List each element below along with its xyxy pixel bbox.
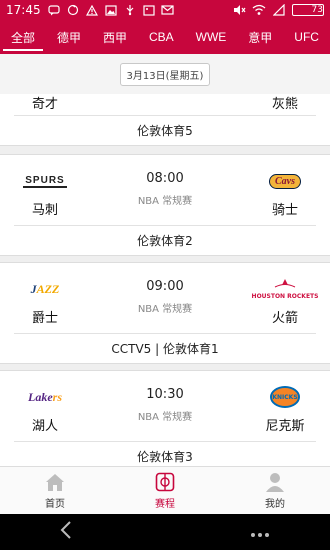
battery-level: 73 bbox=[311, 5, 323, 15]
match-info: 08:00 NBA 常规赛 bbox=[100, 171, 230, 207]
nav-home[interactable]: 首页 bbox=[0, 467, 110, 514]
sync-icon bbox=[66, 4, 80, 16]
away-team-name: 火箭 bbox=[271, 311, 298, 326]
lakers-logo-text-a: Lake bbox=[28, 389, 53, 404]
tab-ufc[interactable]: UFC bbox=[290, 20, 323, 54]
away-team: Cavs 骑士 bbox=[250, 167, 320, 218]
image-icon bbox=[104, 4, 118, 16]
tab-all[interactable]: 全部 bbox=[2, 20, 44, 54]
lakers-logo-text-b: rs bbox=[52, 389, 62, 404]
match-list[interactable]: 奇才 灰熊 伦敦体育5 SPURS 马刺 08:00 NBA 常规赛 Cavs … bbox=[0, 94, 330, 466]
match-league: NBA 常规赛 bbox=[137, 196, 193, 207]
away-team-name: 灰熊 bbox=[271, 97, 298, 112]
nav-home-label: 首页 bbox=[45, 498, 65, 510]
battery-indicator: 73 bbox=[292, 4, 324, 16]
knicks-logo-text: KNICKS bbox=[270, 386, 300, 408]
mute-icon bbox=[232, 4, 246, 16]
nav-profile[interactable]: 我的 bbox=[220, 467, 330, 514]
home-team-name: 爵士 bbox=[31, 311, 58, 326]
nav-schedule-label: 赛程 bbox=[155, 498, 175, 510]
broadcast-channel[interactable]: 伦敦体育3 bbox=[14, 441, 316, 466]
home-team: SPURS 马刺 bbox=[10, 167, 80, 218]
warning-icon bbox=[85, 4, 99, 16]
schedule-icon bbox=[154, 472, 176, 492]
match-card[interactable]: JAZZ 爵士 09:00 NBA 常规赛 HOUSTON ROCKETS 火箭… bbox=[0, 262, 330, 364]
nav-schedule[interactable]: 赛程 bbox=[110, 467, 220, 514]
home-icon bbox=[44, 472, 66, 492]
match-time: 09:00 bbox=[146, 279, 184, 294]
match-info: 10:30 NBA 常规赛 bbox=[100, 387, 230, 423]
home-team-name: 奇才 bbox=[31, 97, 58, 112]
chat-icon bbox=[47, 4, 61, 16]
image-icon-2 bbox=[142, 4, 156, 16]
rockets-logo-text: HOUSTON ROCKETS bbox=[251, 292, 319, 300]
nav-profile-label: 我的 bbox=[265, 498, 285, 510]
category-tabs: 全部 德甲 西甲 CBA WWE 意甲 UFC bbox=[0, 20, 330, 54]
tab-laliga[interactable]: 西甲 bbox=[99, 20, 131, 54]
match-time: 10:30 bbox=[146, 387, 184, 402]
usb-icon bbox=[123, 4, 137, 16]
home-team-name: 湖人 bbox=[31, 419, 58, 434]
system-nav-bar bbox=[0, 514, 330, 550]
knicks-logo-icon: KNICKS bbox=[250, 383, 320, 411]
wifi-icon bbox=[252, 4, 266, 16]
match-card[interactable]: SPURS 马刺 08:00 NBA 常规赛 Cavs 骑士 伦敦体育2 bbox=[0, 154, 330, 256]
broadcast-channel[interactable]: 伦敦体育5 bbox=[14, 115, 316, 145]
match-league: NBA 常规赛 bbox=[137, 412, 193, 423]
match-league: NBA 常规赛 bbox=[137, 304, 193, 315]
home-team: 奇才 bbox=[10, 94, 80, 112]
away-team-name: 尼克斯 bbox=[265, 419, 305, 434]
tab-wwe[interactable]: WWE bbox=[192, 20, 231, 54]
away-team-name: 骑士 bbox=[271, 203, 298, 218]
user-icon bbox=[264, 472, 286, 492]
bottom-nav: 首页 赛程 我的 bbox=[0, 466, 330, 514]
rockets-logo-icon: HOUSTON ROCKETS bbox=[250, 275, 320, 303]
tab-bundesliga[interactable]: 德甲 bbox=[53, 20, 85, 54]
match-card[interactable]: Lakers 湖人 10:30 NBA 常规赛 KNICKS 尼克斯 伦敦体育3 bbox=[0, 370, 330, 466]
broadcast-channel[interactable]: 伦敦体育2 bbox=[14, 225, 316, 255]
back-icon[interactable] bbox=[60, 520, 72, 544]
lakers-logo-icon: Lakers bbox=[10, 383, 80, 411]
more-icon[interactable] bbox=[250, 522, 270, 543]
spurs-logo-text: SPURS bbox=[23, 174, 67, 188]
away-team: 灰熊 bbox=[250, 94, 320, 112]
jazz-logo-icon: JAZZ bbox=[10, 275, 80, 303]
match-info: 09:00 NBA 常规赛 bbox=[100, 279, 230, 315]
tab-cba[interactable]: CBA bbox=[145, 20, 178, 54]
date-header: 3月13日(星期五) bbox=[0, 54, 330, 94]
home-team-name: 马刺 bbox=[31, 203, 58, 218]
match-time: 08:00 bbox=[146, 171, 184, 186]
tab-seriea[interactable]: 意甲 bbox=[244, 20, 276, 54]
signal-icon bbox=[272, 4, 286, 16]
jazz-logo-text-b: AZZ bbox=[36, 281, 60, 296]
spurs-logo-icon: SPURS bbox=[10, 167, 80, 195]
match-card[interactable]: 奇才 灰熊 伦敦体育5 bbox=[0, 94, 330, 146]
status-bar: 17:45 73 bbox=[0, 0, 330, 20]
date-label: 3月13日(星期五) bbox=[119, 62, 211, 86]
mail-icon bbox=[161, 4, 175, 16]
broadcast-channel[interactable]: CCTV5 | 伦敦体育1 bbox=[14, 333, 316, 363]
cavaliers-logo-text: Cavs bbox=[269, 173, 301, 189]
cavaliers-logo-icon: Cavs bbox=[250, 167, 320, 195]
away-team: HOUSTON ROCKETS 火箭 bbox=[250, 275, 320, 326]
home-team: Lakers 湖人 bbox=[10, 383, 80, 435]
home-team: JAZZ 爵士 bbox=[10, 275, 80, 327]
status-time: 17:45 bbox=[6, 3, 41, 17]
away-team: KNICKS 尼克斯 bbox=[250, 383, 320, 434]
